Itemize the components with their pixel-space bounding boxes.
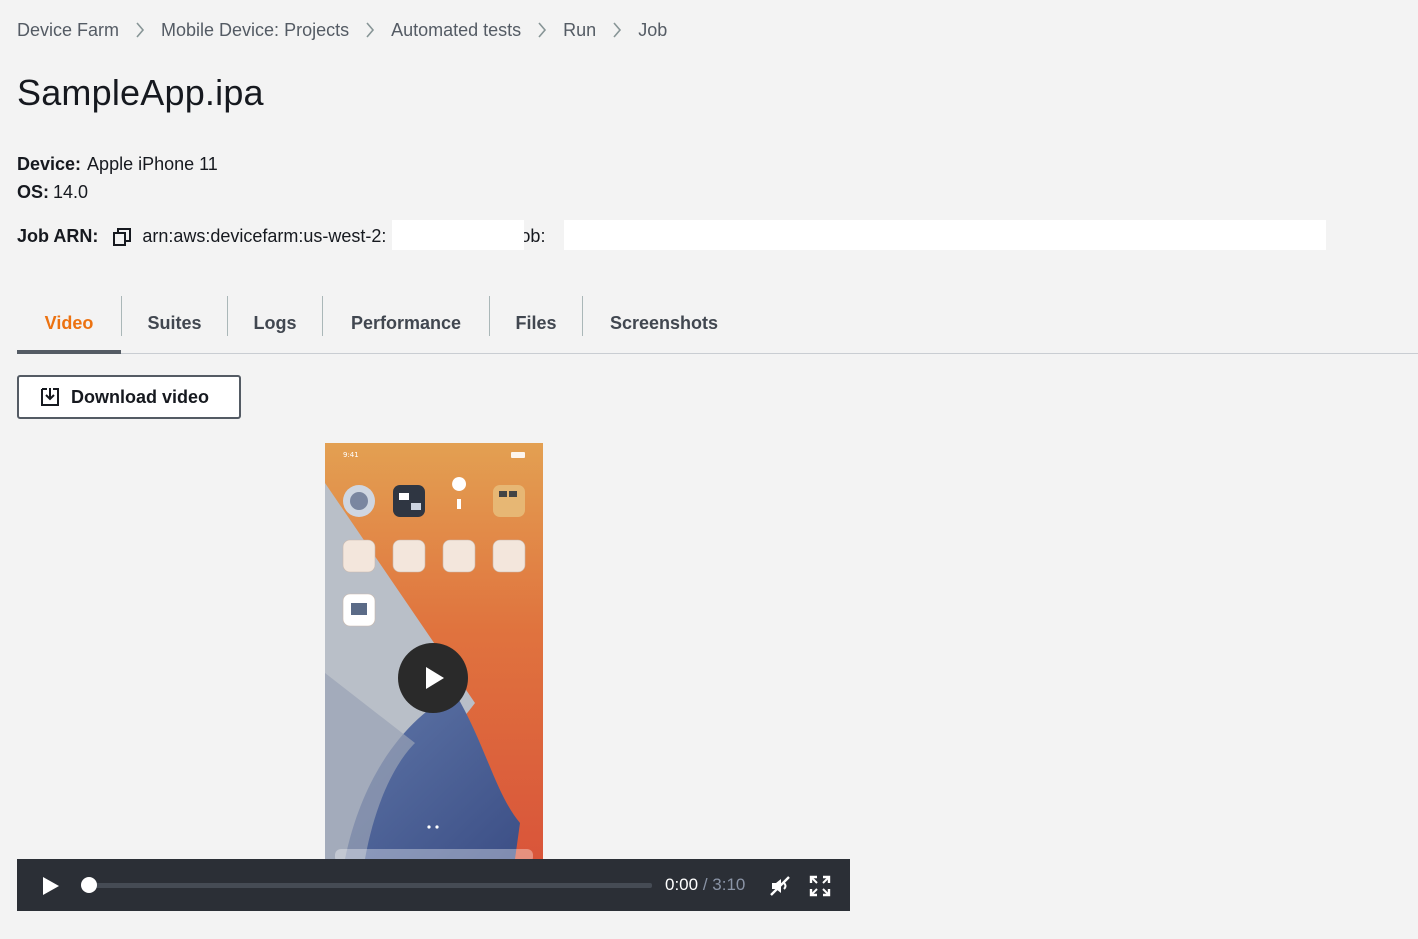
chevron-right-icon (521, 22, 563, 38)
progress-knob[interactable] (81, 877, 97, 893)
arn-label: Job ARN: (17, 226, 99, 246)
duration: 3:10 (712, 875, 746, 894)
page-title: SampleApp.ipa (17, 72, 264, 113)
breadcrumb-device-farm[interactable]: Device Farm (17, 20, 119, 41)
fullscreen-button[interactable] (809, 875, 831, 897)
play-icon (43, 877, 59, 895)
time-separator: / (698, 875, 713, 894)
device-value: Apple iPhone 11 (87, 154, 218, 174)
breadcrumb-automated-tests[interactable]: Automated tests (391, 20, 521, 41)
tab-performance[interactable]: Performance (323, 294, 489, 353)
fullscreen-icon (809, 875, 831, 897)
tab-video[interactable]: Video (17, 294, 121, 354)
download-video-label: Download video (71, 386, 210, 407)
play-overlay-button[interactable] (398, 643, 468, 713)
tab-suites[interactable]: Suites (122, 294, 227, 353)
current-time: 0:00 (665, 875, 699, 894)
arn-value: arn:aws:devicefarm:us-west-2: job: (142, 220, 1327, 250)
os-info: OS: 14.0 (17, 182, 88, 203)
download-video-button[interactable]: Download video (17, 375, 241, 419)
os-label: OS: (17, 182, 50, 202)
job-page: Device Farm Mobile Device: Projects Auto… (0, 0, 1418, 939)
time-display: 0:00 / 3:10 (665, 875, 745, 895)
volume-muted-icon (770, 876, 790, 896)
breadcrumb-run[interactable]: Run (563, 20, 596, 41)
video-player[interactable]: 9:41 0:00 / 3:10 (17, 443, 850, 911)
play-button[interactable] (39, 875, 61, 897)
player-controls: 0:00 / 3:10 (17, 859, 850, 911)
os-value: 14.0 (53, 182, 89, 202)
progress-track[interactable] (87, 883, 652, 888)
device-label: Device: (17, 154, 82, 174)
tab-bar: Video Suites Logs Performance Files Scre… (17, 294, 1418, 354)
mute-button[interactable] (769, 875, 791, 897)
tab-screenshots[interactable]: Screenshots (583, 294, 745, 353)
breadcrumb: Device Farm Mobile Device: Projects Auto… (17, 18, 667, 42)
tab-files[interactable]: Files (490, 294, 582, 353)
redaction-block (564, 220, 1327, 250)
redaction-block (392, 220, 525, 250)
breadcrumb-projects[interactable]: Mobile Device: Projects (161, 20, 349, 41)
breadcrumb-job: Job (638, 19, 668, 40)
svg-text:9:41: 9:41 (343, 451, 359, 459)
arn-prefix: arn:aws:devicefarm:us-west-2: (142, 226, 387, 246)
chevron-right-icon (349, 22, 391, 38)
chevron-right-icon (596, 22, 638, 38)
download-icon (39, 386, 61, 408)
copy-icon[interactable] (112, 227, 132, 247)
device-info: Device: Apple iPhone 11 (17, 154, 218, 175)
tab-logs[interactable]: Logs (228, 294, 322, 353)
job-arn-info: Job ARN: arn:aws:devicefarm:us-west-2: jo… (17, 220, 1327, 250)
chevron-right-icon (119, 22, 161, 38)
play-icon (426, 667, 444, 689)
